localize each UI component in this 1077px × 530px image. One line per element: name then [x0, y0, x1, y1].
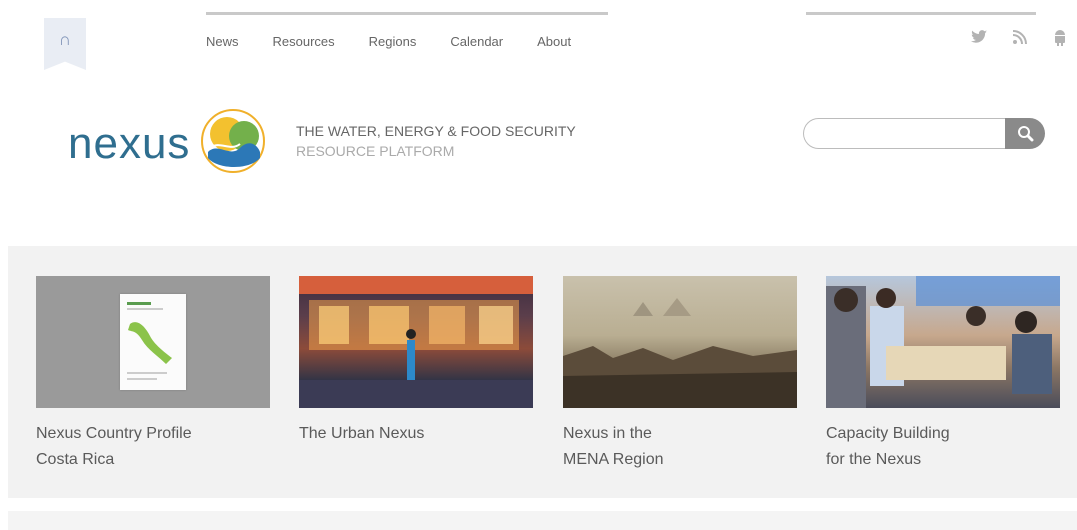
nav-calendar[interactable]: Calendar: [450, 34, 503, 49]
feature-caption-line-1[interactable]: Capacity Building: [826, 421, 1026, 447]
next-section-band: [8, 511, 1077, 530]
nav-resources[interactable]: Resources: [273, 34, 335, 49]
nav-regions[interactable]: Regions: [369, 34, 417, 49]
feature-card-costa-rica[interactable]: Nexus Country Profile Costa Rica: [36, 276, 270, 473]
rss-icon[interactable]: [1012, 30, 1027, 50]
nexus-n-icon: ∩: [58, 30, 72, 49]
search-icon: [1017, 126, 1033, 142]
feature-caption-line-2[interactable]: MENA Region: [563, 447, 763, 473]
feature-caption-line-2[interactable]: for the Nexus: [826, 447, 1026, 473]
android-icon[interactable]: [1053, 30, 1067, 50]
feature-card-capacity-building[interactable]: Capacity Building for the Nexus: [826, 276, 1060, 473]
feature-caption-line-1[interactable]: The Urban Nexus: [299, 421, 499, 447]
capacity-building-image[interactable]: [826, 276, 1060, 408]
home-link[interactable]: ∩: [44, 18, 86, 70]
urban-nexus-image[interactable]: [299, 276, 533, 408]
feature-card-urban-nexus[interactable]: The Urban Nexus: [299, 276, 533, 447]
costa-rica-profile-image[interactable]: [36, 276, 270, 408]
nav-about[interactable]: About: [537, 34, 571, 49]
tagline-line-1: THE WATER, ENERGY & FOOD SECURITY: [296, 123, 576, 139]
top-rule-right: [806, 12, 1036, 15]
social-links: [971, 30, 1067, 50]
feature-caption-line-2[interactable]: Costa Rica: [36, 447, 236, 473]
twitter-icon[interactable]: [971, 30, 987, 50]
logo-sun-icon: [200, 108, 266, 179]
top-rule-left: [206, 12, 608, 15]
main-nav: News Resources Regions Calendar About: [206, 34, 605, 49]
feature-card-mena-region[interactable]: Nexus in the MENA Region: [563, 276, 797, 473]
mena-region-image[interactable]: [563, 276, 797, 408]
site-logo[interactable]: nexus: [68, 108, 266, 179]
feature-caption-line-1[interactable]: Nexus Country Profile: [36, 421, 236, 447]
country-profile-thumbnail: [120, 294, 186, 390]
feature-caption-line-1[interactable]: Nexus in the: [563, 421, 763, 447]
featured-strip: Nexus Country Profile Costa Rica The Urb…: [8, 246, 1077, 498]
nav-news[interactable]: News: [206, 34, 239, 49]
search-input[interactable]: [803, 118, 1005, 149]
search-form: [803, 118, 1045, 149]
search-button[interactable]: [1005, 118, 1045, 149]
tagline-line-2: RESOURCE PLATFORM: [296, 143, 455, 159]
logo-wordmark: nexus: [68, 118, 191, 168]
site-tagline: THE WATER, ENERGY & FOOD SECURITY RESOUR…: [296, 121, 576, 161]
